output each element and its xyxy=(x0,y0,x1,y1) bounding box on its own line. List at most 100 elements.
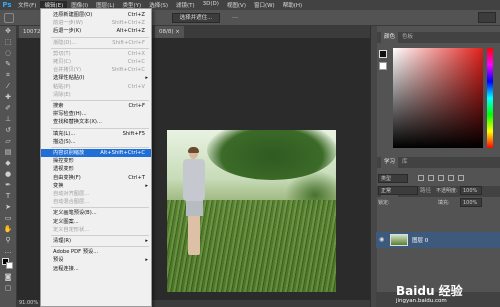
clone-stamp-icon[interactable]: ⊥ xyxy=(3,115,14,123)
more-options[interactable]: … xyxy=(232,13,238,20)
edit-menu-item[interactable]: 自由变换(F) Ctrl+T xyxy=(41,174,151,182)
edit-menu-item[interactable]: 后退一步(K) Alt+Ctrl+Z xyxy=(41,27,151,35)
menu-item-shortcut: Ctrl+T xyxy=(128,174,145,181)
more-tools-icon[interactable]: … xyxy=(3,247,14,255)
filter-shape-icon[interactable] xyxy=(448,175,454,181)
edit-menu-item[interactable]: 操控变形 xyxy=(41,157,151,165)
blur-tool-icon[interactable]: ◆ xyxy=(3,159,14,167)
screen-mode-icon[interactable]: ▢ xyxy=(3,284,14,292)
menu-item[interactable]: 滤镜(T) xyxy=(172,1,199,9)
tab-libraries[interactable]: 库 xyxy=(399,157,411,168)
menu-item[interactable]: 文件(F) xyxy=(14,1,40,9)
edit-menu-item[interactable]: 拼写检查(H)... xyxy=(41,110,151,118)
menu-separator xyxy=(51,100,149,101)
edit-menu-item: 自动对齐图层... xyxy=(41,190,151,198)
menu-item-label: 粘贴(P) xyxy=(53,83,71,90)
edit-menu-item[interactable]: 选择性粘贴(I) ▸ xyxy=(41,74,151,82)
shape-tool-icon[interactable]: ▭ xyxy=(3,214,14,222)
zoom-level[interactable]: 91.00% xyxy=(19,300,38,306)
filter-smart-icon[interactable] xyxy=(458,175,464,181)
menu-item[interactable]: 窗口(W) xyxy=(250,1,279,9)
filter-pixel-icon[interactable] xyxy=(418,175,424,181)
opacity-label: 不透明度: xyxy=(436,188,458,194)
woman-figure xyxy=(181,147,207,258)
edit-menu-dropdown: 还原新建图层(O) Ctrl+Z 前进一步(W) Shift+Ctrl+Z 后退一步(K… xyxy=(40,8,152,307)
workspace-switcher[interactable] xyxy=(478,12,496,23)
hue-slider[interactable] xyxy=(487,48,493,148)
document-photo[interactable] xyxy=(167,130,336,292)
edit-menu-item[interactable]: 定义画笔预设(B)... xyxy=(41,209,151,217)
menu-item-label: 内容识别缩放 xyxy=(53,150,85,156)
color-swatch-preview xyxy=(379,50,389,74)
menu-item[interactable]: 视图(V) xyxy=(223,1,250,9)
menu-item-shortcut: Ctrl+X xyxy=(127,50,145,57)
zoom-tool-icon[interactable]: ⚲ xyxy=(3,236,14,244)
pen-tool-icon[interactable]: ✒ xyxy=(3,181,14,189)
menu-item-label: 自动混合图层... xyxy=(53,199,90,206)
menu-item-shortcut: Shift+Ctrl+C xyxy=(111,67,145,74)
tab-learn[interactable]: 学习 xyxy=(381,157,399,168)
tab-swatches[interactable]: 色板 xyxy=(399,32,416,43)
edit-menu-item[interactable]: 填充(L)... Shift+F5 xyxy=(41,130,151,138)
menu-item-shortcut: Shift+F5 xyxy=(122,130,145,137)
gradient-tool-icon[interactable]: ▤ xyxy=(3,148,14,156)
watermark: Baidu 经验 jingyan.baidu.com xyxy=(396,284,500,306)
lasso-tool-icon[interactable]: ◌ xyxy=(3,49,14,57)
foreground-color-swatch[interactable] xyxy=(379,50,387,58)
edit-menu-item[interactable]: Adobe PDF 预设... xyxy=(41,248,151,256)
filter-type-icon[interactable] xyxy=(438,175,444,181)
tab-color[interactable]: 颜色 xyxy=(381,32,399,43)
learn-panel-tabs: 学习 库 xyxy=(377,157,500,168)
type-tool-icon[interactable]: T xyxy=(3,192,14,200)
menu-separator xyxy=(51,47,149,49)
eyedropper-tool-icon[interactable]: ⁄ xyxy=(3,82,14,90)
edit-menu-item[interactable]: 远程连接... xyxy=(41,265,151,273)
color-field[interactable] xyxy=(393,48,483,148)
layer-row[interactable]: ◉ 图层 0 xyxy=(376,232,500,248)
edit-menu-item[interactable]: 搜索 Ctrl+F xyxy=(41,102,151,110)
path-select-icon[interactable]: ➤ xyxy=(3,203,14,211)
edit-menu-item[interactable]: 变换 ▸ xyxy=(41,182,151,190)
edit-menu-item[interactable]: 内容识别缩放 Alt+Shift+Ctrl+C xyxy=(41,149,151,157)
menu-item[interactable]: 帮助(H) xyxy=(279,1,306,9)
current-tool-icon[interactable] xyxy=(4,13,14,23)
menu-item-label: 变换 xyxy=(53,182,64,189)
menu-item-shortcut: Shift+Ctrl+F xyxy=(112,39,145,46)
edit-menu-item[interactable]: 定义图案... xyxy=(41,218,151,226)
layer-name[interactable]: 图层 0 xyxy=(412,236,428,244)
quick-select-tool-icon[interactable]: ✎ xyxy=(3,60,14,68)
eraser-tool-icon[interactable]: ▱ xyxy=(3,137,14,145)
edit-menu-item[interactable]: 还原新建图层(O) Ctrl+Z xyxy=(41,11,151,19)
edit-menu-item[interactable]: 描边(S)... xyxy=(41,138,151,146)
brush-tool-icon[interactable]: ✐ xyxy=(3,104,14,112)
move-tool-icon[interactable]: ✥ xyxy=(3,27,14,35)
menu-item[interactable]: 3D(D) xyxy=(199,1,223,9)
background-color-swatch[interactable] xyxy=(6,262,13,269)
background-color-swatch[interactable] xyxy=(379,62,387,70)
visibility-eye-icon[interactable]: ◉ xyxy=(379,236,384,243)
edit-menu-item[interactable]: 透视变形 xyxy=(41,165,151,173)
history-brush-icon[interactable]: ↺ xyxy=(3,126,14,134)
color-swatches[interactable] xyxy=(2,258,14,270)
edit-menu-item[interactable]: 预设 ▸ xyxy=(41,256,151,264)
layer-kind-select[interactable]: 类型 xyxy=(378,174,408,183)
hand-tool-icon[interactable]: ✋ xyxy=(3,225,14,233)
edit-menu-item[interactable]: 查找和替换文本(X)... xyxy=(41,118,151,126)
filter-adjust-icon[interactable] xyxy=(428,175,434,181)
submenu-arrow-icon: ▸ xyxy=(145,257,148,264)
edit-menu-item: 剪切(T) Ctrl+X xyxy=(41,50,151,58)
dodge-tool-icon[interactable]: ● xyxy=(3,170,14,178)
blend-mode-select[interactable]: 正常 xyxy=(378,186,418,195)
marquee-tool-icon[interactable]: ⬚ xyxy=(3,38,14,46)
menu-separator xyxy=(51,147,149,148)
select-and-mask-button[interactable]: 选择并遮住... xyxy=(172,13,220,23)
document-tab-active[interactable]: 08/8) × xyxy=(155,26,184,38)
quick-mask-icon[interactable]: ◙ xyxy=(3,273,14,281)
fill-input[interactable]: 100% xyxy=(460,198,482,207)
submenu-arrow-icon: ▸ xyxy=(145,75,148,82)
edit-menu-item[interactable]: 清理(R) ▸ xyxy=(41,237,151,245)
crop-tool-icon[interactable]: ⌗ xyxy=(3,71,14,79)
edit-menu-item: 渐隐(D)... Shift+Ctrl+F xyxy=(41,39,151,47)
opacity-input[interactable]: 100% xyxy=(460,186,482,195)
healing-brush-icon[interactable]: ✚ xyxy=(3,93,14,101)
